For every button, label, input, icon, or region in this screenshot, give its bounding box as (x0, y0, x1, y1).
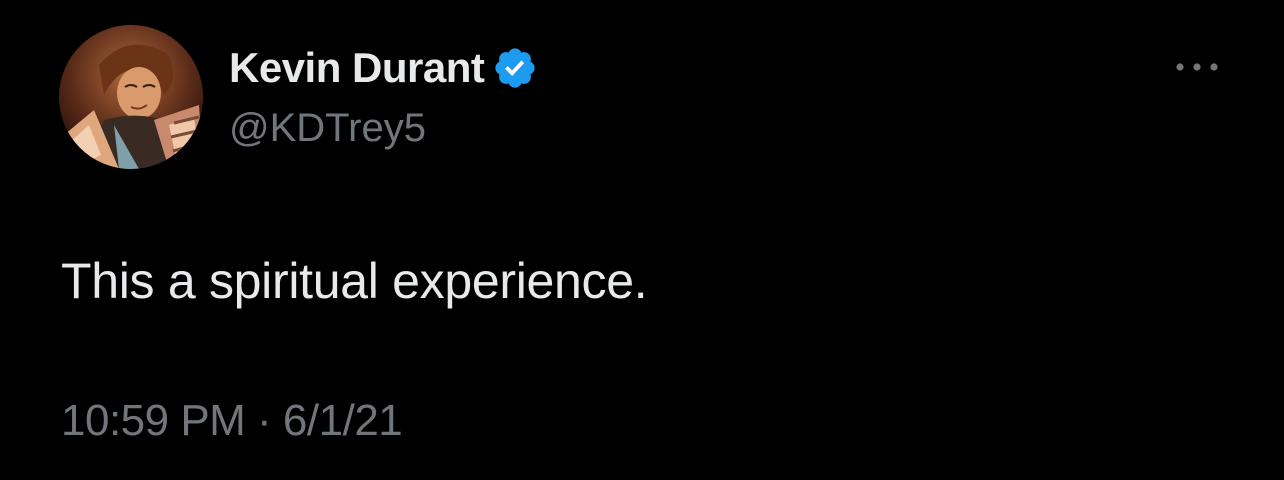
avatar-image (59, 25, 203, 169)
author-display-name[interactable]: Kevin Durant (229, 44, 485, 92)
tweet-body-text: This a spiritual experience. (61, 253, 648, 309)
author-name-row[interactable]: Kevin Durant (229, 42, 538, 94)
author-handle[interactable]: @KDTrey5 (229, 106, 426, 151)
tweet-card: Kevin Durant @KDTrey5 This a spiritual e… (0, 0, 1284, 480)
author-avatar[interactable] (59, 25, 203, 169)
more-options-icon[interactable] (1171, 55, 1223, 79)
verified-badge-icon (492, 45, 538, 91)
tweet-timestamp[interactable]: 10:59 PM · 6/1/21 (61, 396, 403, 446)
